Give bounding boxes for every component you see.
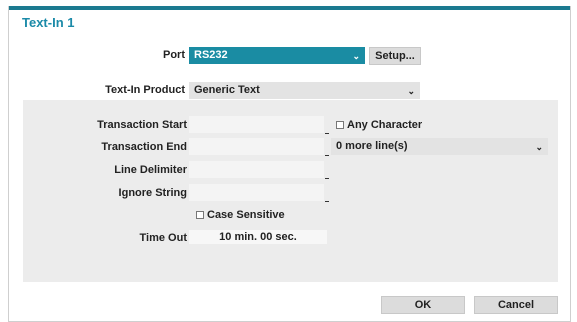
any-character-checkbox[interactable] [336, 121, 344, 129]
dialog-title: Text-In 1 [22, 15, 75, 30]
more-lines-value: 0 more line(s) [336, 140, 408, 152]
transaction-end-label: Transaction End [101, 141, 187, 153]
title-accent-bar [9, 6, 570, 10]
time-out-label: Time Out [139, 232, 187, 244]
ignore-string-label: Ignore String [118, 187, 187, 199]
transaction-start-input[interactable] [189, 116, 324, 133]
chevron-down-icon: ⌄ [352, 51, 360, 61]
line-delimiter-input[interactable] [189, 161, 324, 178]
time-out-field[interactable]: 10 min. 00 sec. [189, 230, 327, 244]
transaction-start-underscore [325, 133, 329, 134]
line-delimiter-underscore [325, 178, 329, 179]
settings-panel: Transaction Start Any Character Transact… [23, 100, 558, 282]
transaction-start-label: Transaction Start [97, 119, 187, 131]
text-in-product-value: Generic Text [194, 84, 260, 96]
text-in-product-select[interactable]: Generic Text ⌄ [189, 82, 420, 99]
line-delimiter-label: Line Delimiter [114, 164, 187, 176]
case-sensitive-label: Case Sensitive [207, 209, 285, 221]
case-sensitive-checkbox[interactable] [196, 211, 204, 219]
chevron-down-icon: ⌄ [407, 86, 415, 96]
port-select[interactable]: RS232 ⌄ [189, 47, 365, 64]
setup-button[interactable]: Setup... [369, 47, 421, 65]
ok-button[interactable]: OK [381, 296, 465, 314]
transaction-end-input[interactable] [189, 138, 324, 155]
more-lines-select[interactable]: 0 more line(s) ⌄ [331, 138, 548, 155]
ignore-string-underscore [325, 201, 329, 202]
text-in-product-label: Text-In Product [105, 84, 185, 96]
cancel-button[interactable]: Cancel [474, 296, 558, 314]
chevron-down-icon: ⌄ [535, 142, 543, 152]
ignore-string-input[interactable] [189, 184, 324, 201]
port-label: Port [163, 49, 185, 61]
text-in-dialog: Text-In 1 Port RS232 ⌄ Setup... Text-In … [8, 6, 571, 322]
transaction-end-underscore [325, 155, 329, 156]
port-select-value: RS232 [194, 49, 228, 61]
any-character-label: Any Character [347, 119, 423, 131]
